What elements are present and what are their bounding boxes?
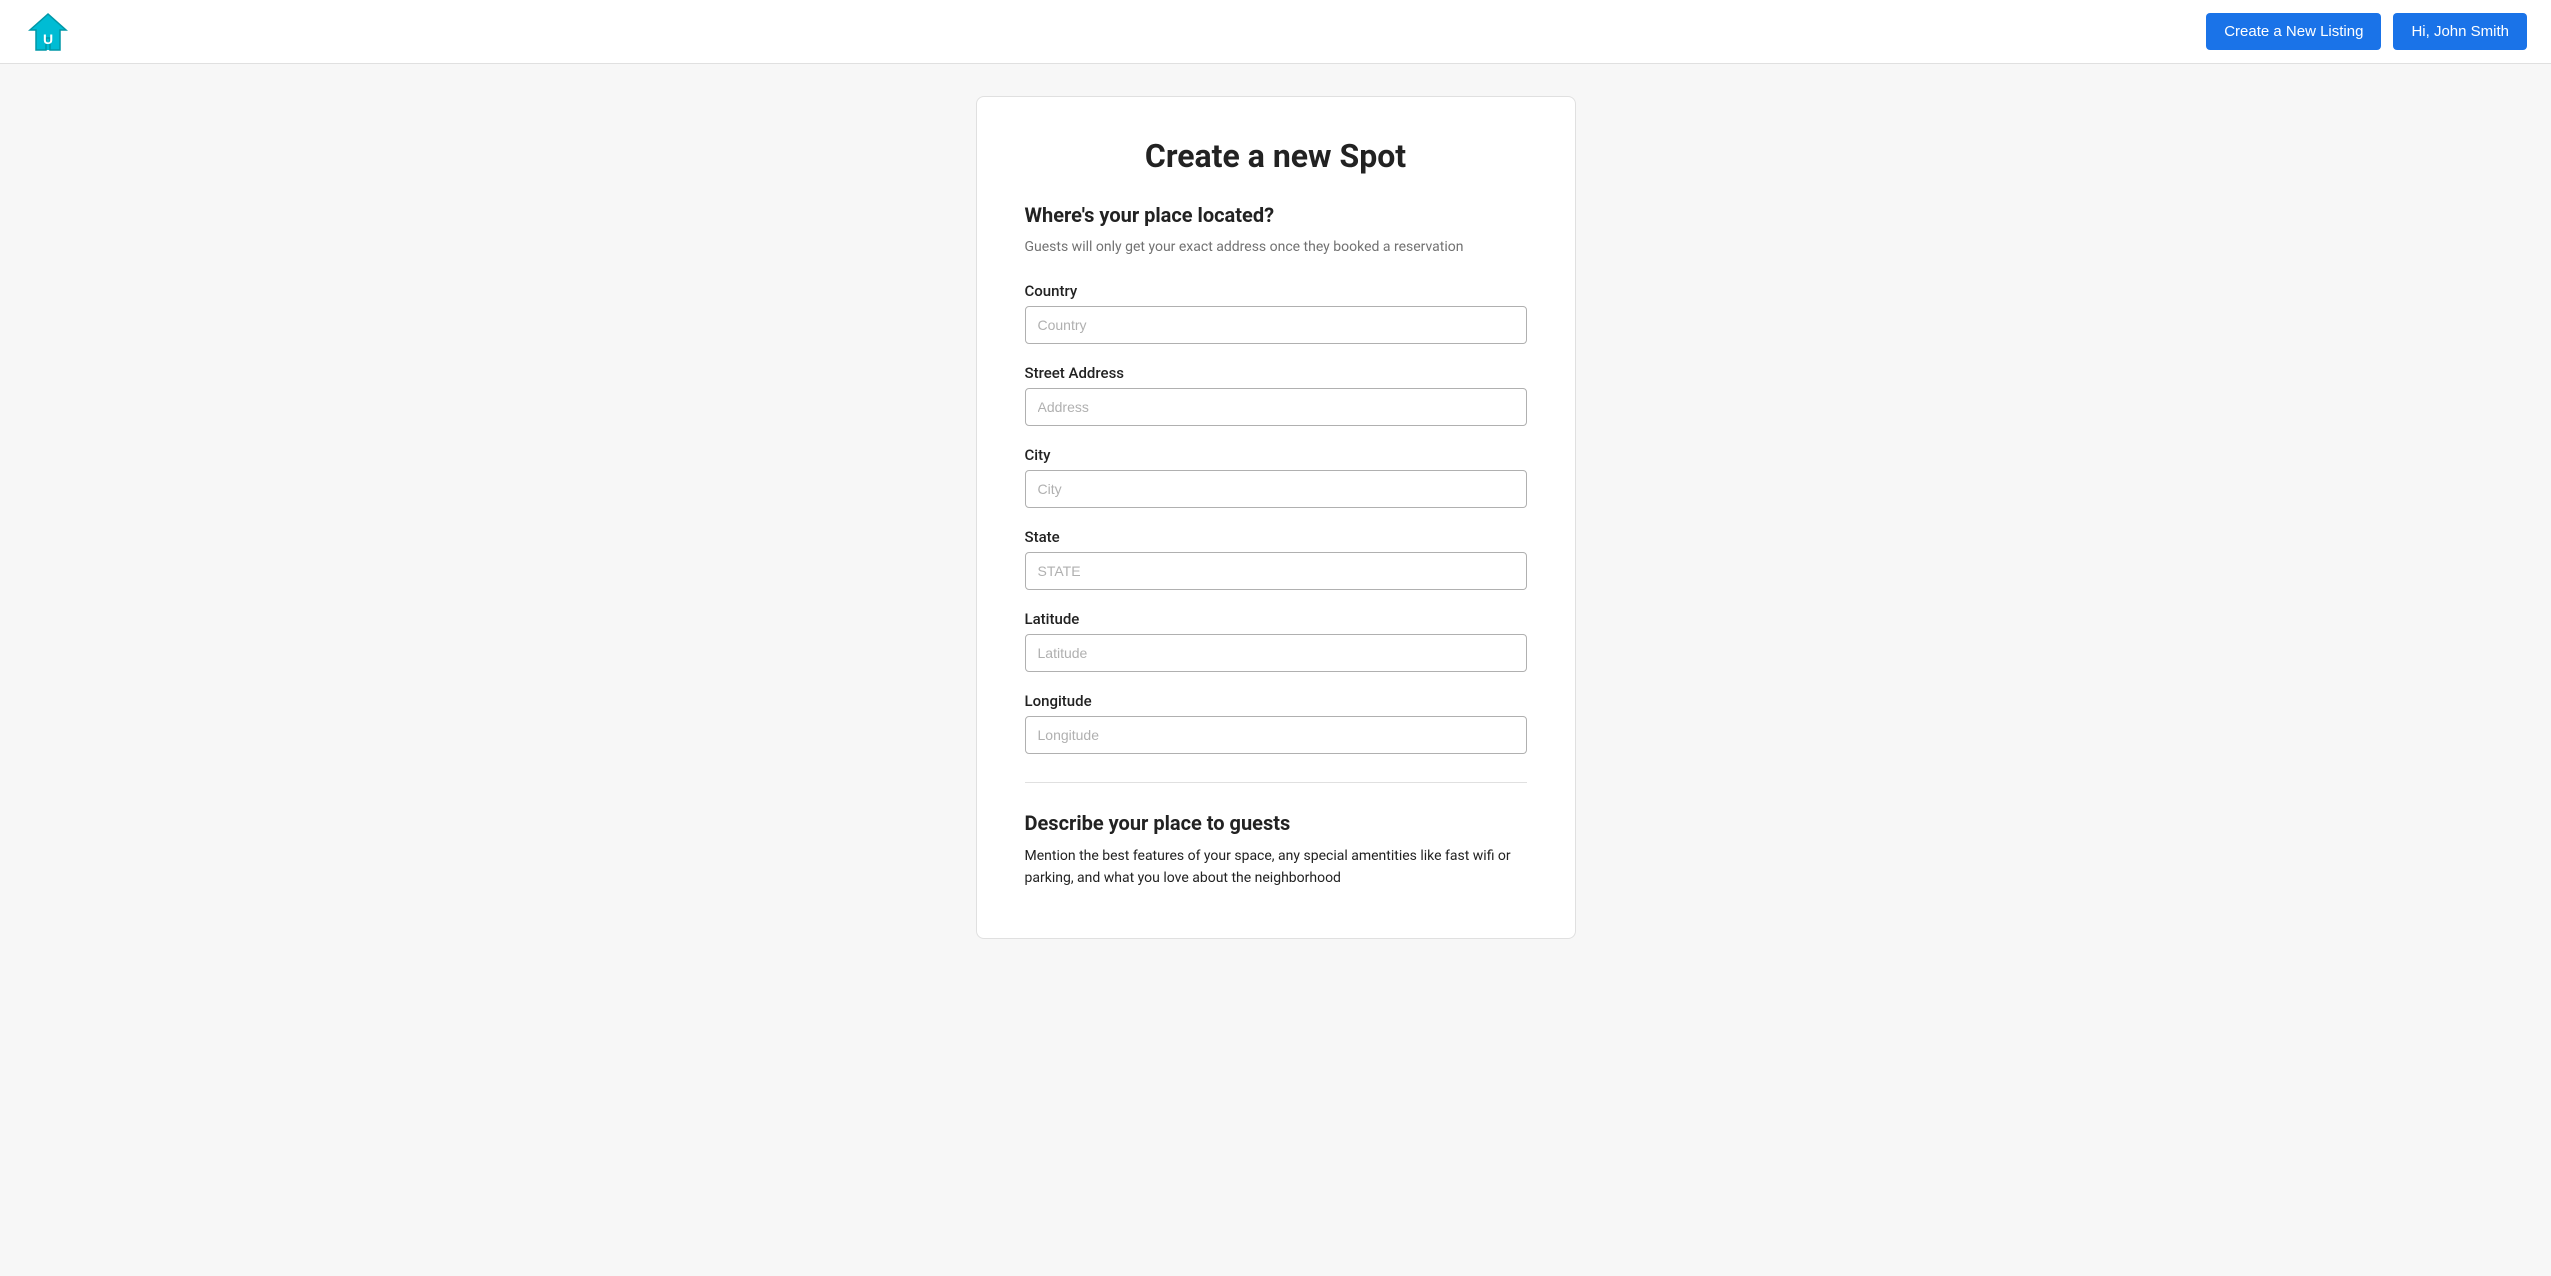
description-body: Mention the best features of your space,… [1025, 845, 1527, 890]
description-normal-text: the best features of your space, any spe… [1025, 848, 1511, 886]
create-listing-button[interactable]: Create a New Listing [2206, 13, 2381, 50]
navbar-actions: Create a New Listing Hi, John Smith [2206, 13, 2527, 50]
country-group: Country [1025, 282, 1527, 344]
longitude-label: Longitude [1025, 692, 1527, 710]
street-address-group: Street Address [1025, 364, 1527, 426]
description-highlight-text: Mention [1025, 848, 1080, 864]
latitude-input[interactable] [1025, 634, 1527, 672]
street-address-input[interactable] [1025, 388, 1527, 426]
section-divider [1025, 782, 1527, 783]
location-section: Where's your place located? Guests will … [1025, 203, 1527, 754]
street-address-label: Street Address [1025, 364, 1527, 382]
country-input[interactable] [1025, 306, 1527, 344]
longitude-input[interactable] [1025, 716, 1527, 754]
form-title: Create a new Spot [1025, 137, 1527, 175]
logo-container: U [24, 8, 72, 56]
user-greeting-button[interactable]: Hi, John Smith [2393, 13, 2527, 50]
city-input[interactable] [1025, 470, 1527, 508]
state-group: State [1025, 528, 1527, 590]
latitude-label: Latitude [1025, 610, 1527, 628]
home-logo-icon: U [24, 8, 72, 56]
description-section: Describe your place to guests Mention th… [1025, 811, 1527, 890]
latitude-group: Latitude [1025, 610, 1527, 672]
location-heading: Where's your place located? [1025, 203, 1527, 227]
state-label: State [1025, 528, 1527, 546]
form-card: Create a new Spot Where's your place loc… [976, 96, 1576, 939]
longitude-group: Longitude [1025, 692, 1527, 754]
city-label: City [1025, 446, 1527, 464]
description-heading: Describe your place to guests [1025, 811, 1527, 835]
country-label: Country [1025, 282, 1527, 300]
city-group: City [1025, 446, 1527, 508]
main-content: Create a new Spot Where's your place loc… [0, 64, 2551, 971]
svg-text:U: U [43, 31, 53, 47]
navbar: U Create a New Listing Hi, John Smith [0, 0, 2551, 64]
location-description: Guests will only get your exact address … [1025, 237, 1527, 258]
state-input[interactable] [1025, 552, 1527, 590]
